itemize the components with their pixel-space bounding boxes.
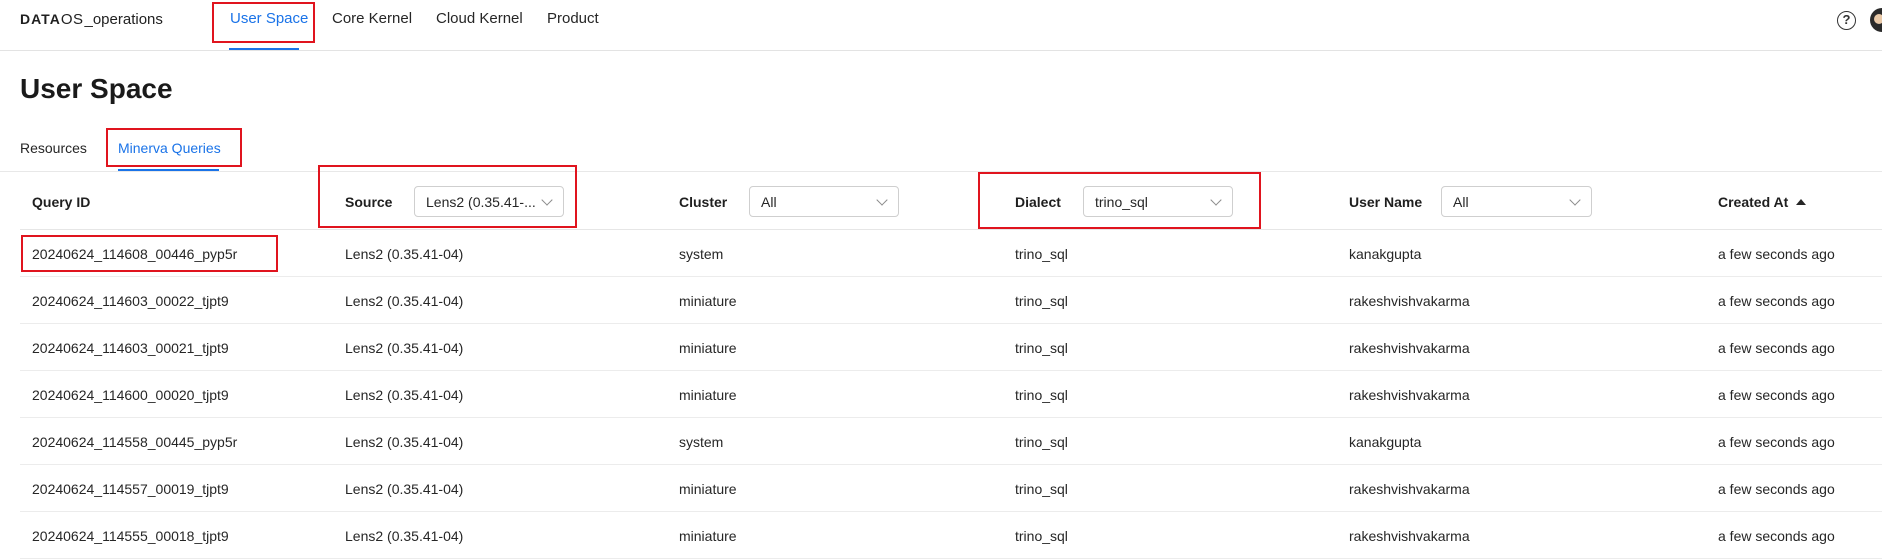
table-row[interactable]: 20240624_114608_00446_pyp5r Lens2 (0.35.…: [20, 230, 1882, 277]
nav-tab-product[interactable]: Product: [547, 10, 599, 27]
source-cell: Lens2 (0.35.41-04): [345, 340, 464, 356]
chevron-down-icon: [1210, 194, 1222, 206]
user-name-cell: kanakgupta: [1349, 246, 1422, 262]
column-header-query-id: Query ID: [32, 194, 91, 210]
tab-minerva-queries[interactable]: Minerva Queries: [118, 140, 221, 156]
column-header-user-name: User Name: [1349, 194, 1423, 210]
source-cell: Lens2 (0.35.41-04): [345, 434, 464, 450]
created-at-cell: a few seconds ago: [1718, 340, 1835, 356]
source-cell: Lens2 (0.35.41-04): [345, 246, 464, 262]
table-row[interactable]: 20240624_114603_00021_tjpt9 Lens2 (0.35.…: [20, 324, 1882, 371]
created-at-cell: a few seconds ago: [1718, 293, 1835, 309]
user-name-cell: rakeshvishvakarma: [1349, 340, 1470, 356]
query-id-cell[interactable]: 20240624_114557_00019_tjpt9: [32, 481, 229, 497]
source-cell: Lens2 (0.35.41-04): [345, 528, 464, 544]
cluster-filter-select[interactable]: All: [749, 186, 899, 217]
top-nav: DATAOS_operations User Space Core Kernel…: [0, 0, 1882, 51]
cluster-cell: miniature: [679, 387, 737, 403]
dialect-filter-select[interactable]: trino_sql: [1083, 186, 1233, 217]
chevron-down-icon: [1569, 194, 1581, 206]
brand-logo[interactable]: DATAOS_operations: [20, 11, 163, 29]
column-header-created-at[interactable]: Created At: [1718, 194, 1807, 210]
tab-resources[interactable]: Resources: [20, 140, 87, 156]
cluster-cell: miniature: [679, 528, 737, 544]
created-at-cell: a few seconds ago: [1718, 528, 1835, 544]
user-name-cell: kanakgupta: [1349, 434, 1422, 450]
workspace-name: _operations: [84, 11, 163, 28]
logo-text-data: DATA: [20, 11, 61, 27]
dialect-cell: trino_sql: [1015, 434, 1068, 450]
source-filter-value: Lens2 (0.35.41-...: [426, 194, 536, 210]
table-row[interactable]: 20240624_114603_00022_tjpt9 Lens2 (0.35.…: [20, 277, 1882, 324]
column-header-cluster: Cluster: [679, 194, 728, 210]
cluster-cell: system: [679, 246, 724, 262]
help-icon[interactable]: ?: [1837, 11, 1856, 30]
dialect-cell: trino_sql: [1015, 246, 1068, 262]
user-name-cell: rakeshvishvakarma: [1349, 293, 1470, 309]
table-row[interactable]: 20240624_114600_00020_tjpt9 Lens2 (0.35.…: [20, 371, 1882, 418]
cluster-cell: miniature: [679, 293, 737, 309]
source-cell: Lens2 (0.35.41-04): [345, 481, 464, 497]
created-at-label: Created At: [1718, 194, 1789, 210]
dialect-cell: trino_sql: [1015, 293, 1068, 309]
user-name-cell: rakeshvishvakarma: [1349, 481, 1470, 497]
created-at-cell: a few seconds ago: [1718, 246, 1835, 262]
table-row[interactable]: 20240624_114558_00445_pyp5r Lens2 (0.35.…: [20, 418, 1882, 465]
column-header-dialect: Dialect: [1015, 194, 1061, 210]
nav-tab-cloud-kernel[interactable]: Cloud Kernel: [436, 10, 523, 27]
query-id-cell[interactable]: 20240624_114555_00018_tjpt9: [32, 528, 229, 544]
table-row[interactable]: 20240624_114557_00019_tjpt9 Lens2 (0.35.…: [20, 465, 1882, 512]
source-cell: Lens2 (0.35.41-04): [345, 387, 464, 403]
query-id-cell[interactable]: 20240624_114608_00446_pyp5r: [32, 246, 237, 262]
table-header: Query ID Source Lens2 (0.35.41-... Clust…: [20, 172, 1882, 230]
cluster-cell: miniature: [679, 481, 737, 497]
user-name-cell: rakeshvishvakarma: [1349, 387, 1470, 403]
chevron-down-icon: [876, 194, 888, 206]
user-name-cell: rakeshvishvakarma: [1349, 528, 1470, 544]
dialect-filter-value: trino_sql: [1095, 194, 1148, 210]
cluster-cell: miniature: [679, 340, 737, 356]
user-name-filter-select[interactable]: All: [1441, 186, 1592, 217]
column-header-source: Source: [345, 194, 393, 210]
created-at-cell: a few seconds ago: [1718, 434, 1835, 450]
logo-text-os: OS: [60, 11, 84, 28]
source-filter-select[interactable]: Lens2 (0.35.41-...: [414, 186, 564, 217]
dialect-cell: trino_sql: [1015, 340, 1068, 356]
user-name-filter-value: All: [1453, 194, 1469, 210]
table-row[interactable]: 20240624_114555_00018_tjpt9 Lens2 (0.35.…: [20, 512, 1882, 559]
nav-tab-core-kernel[interactable]: Core Kernel: [332, 10, 412, 27]
dialect-cell: trino_sql: [1015, 481, 1068, 497]
active-tab-indicator: [229, 48, 299, 50]
cluster-cell: system: [679, 434, 724, 450]
dialect-cell: trino_sql: [1015, 528, 1068, 544]
dialect-cell: trino_sql: [1015, 387, 1068, 403]
user-avatar[interactable]: [1870, 8, 1882, 32]
source-cell: Lens2 (0.35.41-04): [345, 293, 464, 309]
created-at-cell: a few seconds ago: [1718, 481, 1835, 497]
page-title: User Space: [20, 73, 173, 104]
query-id-cell[interactable]: 20240624_114600_00020_tjpt9: [32, 387, 229, 403]
sort-ascending-icon[interactable]: [1796, 199, 1807, 205]
query-id-cell[interactable]: 20240624_114603_00022_tjpt9: [32, 293, 229, 309]
nav-tab-user-space[interactable]: User Space: [230, 10, 308, 27]
cluster-filter-value: All: [761, 194, 777, 210]
active-subtab-indicator: [118, 169, 219, 171]
query-id-cell[interactable]: 20240624_114558_00445_pyp5r: [32, 434, 237, 450]
sub-tabs: Resources Minerva Queries: [0, 128, 1882, 172]
chevron-down-icon: [541, 194, 553, 206]
query-id-cell[interactable]: 20240624_114603_00021_tjpt9: [32, 340, 229, 356]
created-at-cell: a few seconds ago: [1718, 387, 1835, 403]
